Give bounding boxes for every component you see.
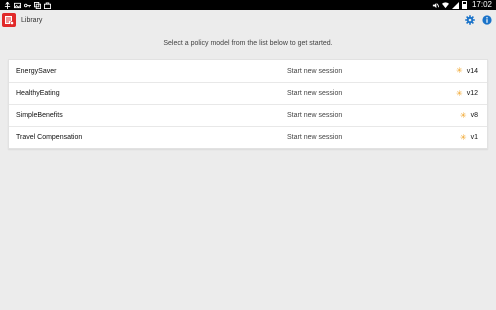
page-title: Library: [21, 16, 43, 24]
policy-name: SimpleBenefits: [16, 112, 63, 119]
instruction-text: Select a policy model from the list belo…: [163, 40, 333, 47]
policy-row-simplebenefits[interactable]: SimpleBenefits Start new session ✳ v8: [9, 104, 487, 126]
version-badge: ✳ v8: [459, 110, 478, 120]
status-bar: 17:02: [0, 0, 496, 10]
star-icon: ✳: [459, 110, 467, 120]
policy-row-healthyeating[interactable]: HealthyEating Start new session ✳ v12: [9, 82, 487, 104]
shopping-bag-icon: [44, 1, 51, 9]
action-bar-home[interactable]: Library: [2, 13, 42, 27]
start-session-link[interactable]: Start new session: [287, 90, 342, 97]
key-icon: [24, 3, 31, 7]
policy-list: EnergySaver Start new session ✳ v14 Heal…: [8, 59, 488, 149]
star-icon: ✳: [456, 66, 463, 75]
policy-name: HealthyEating: [16, 90, 60, 97]
document-list-icon: [5, 16, 14, 25]
version-badge: ✳ v12: [456, 88, 478, 98]
mute-icon: [432, 2, 439, 8]
star-icon: ✳: [456, 88, 463, 98]
version-badge: ✳ v14: [456, 67, 478, 75]
image-icon: [14, 2, 21, 8]
settings-icon: [464, 15, 475, 25]
policy-name: Travel Compensation: [16, 134, 83, 141]
app-logo-icon[interactable]: [2, 13, 16, 27]
version-badge: ✳ v1: [459, 132, 478, 142]
version-label: v14: [466, 67, 478, 75]
status-bar-notifications: [4, 1, 51, 9]
copy-icon: [34, 1, 41, 9]
usb-icon: [4, 1, 11, 9]
policy-name: EnergySaver: [16, 67, 57, 75]
start-session-link[interactable]: Start new session: [287, 68, 342, 75]
action-bar: Library: [0, 10, 496, 30]
version-label: v12: [466, 90, 478, 97]
version-label: v8: [470, 112, 478, 119]
policy-row-energysaver[interactable]: EnergySaver Start new session ✳ v14: [9, 60, 487, 82]
policy-row-travel-compensation[interactable]: Travel Compensation Start new session ✳ …: [9, 126, 487, 148]
info-icon: [481, 15, 492, 25]
status-time: 17:02: [471, 0, 492, 9]
battery-icon: [461, 1, 467, 9]
info-button[interactable]: [481, 15, 492, 26]
signal-icon: [451, 1, 459, 9]
start-session-link[interactable]: Start new session: [287, 112, 342, 119]
action-bar-actions: [464, 15, 492, 26]
wifi-icon: [441, 1, 449, 8]
version-label: v1: [470, 134, 478, 141]
settings-button[interactable]: [464, 15, 475, 26]
status-bar-system: 17:02: [432, 0, 492, 10]
start-session-link[interactable]: Start new session: [287, 134, 342, 141]
star-icon: ✳: [459, 132, 467, 142]
